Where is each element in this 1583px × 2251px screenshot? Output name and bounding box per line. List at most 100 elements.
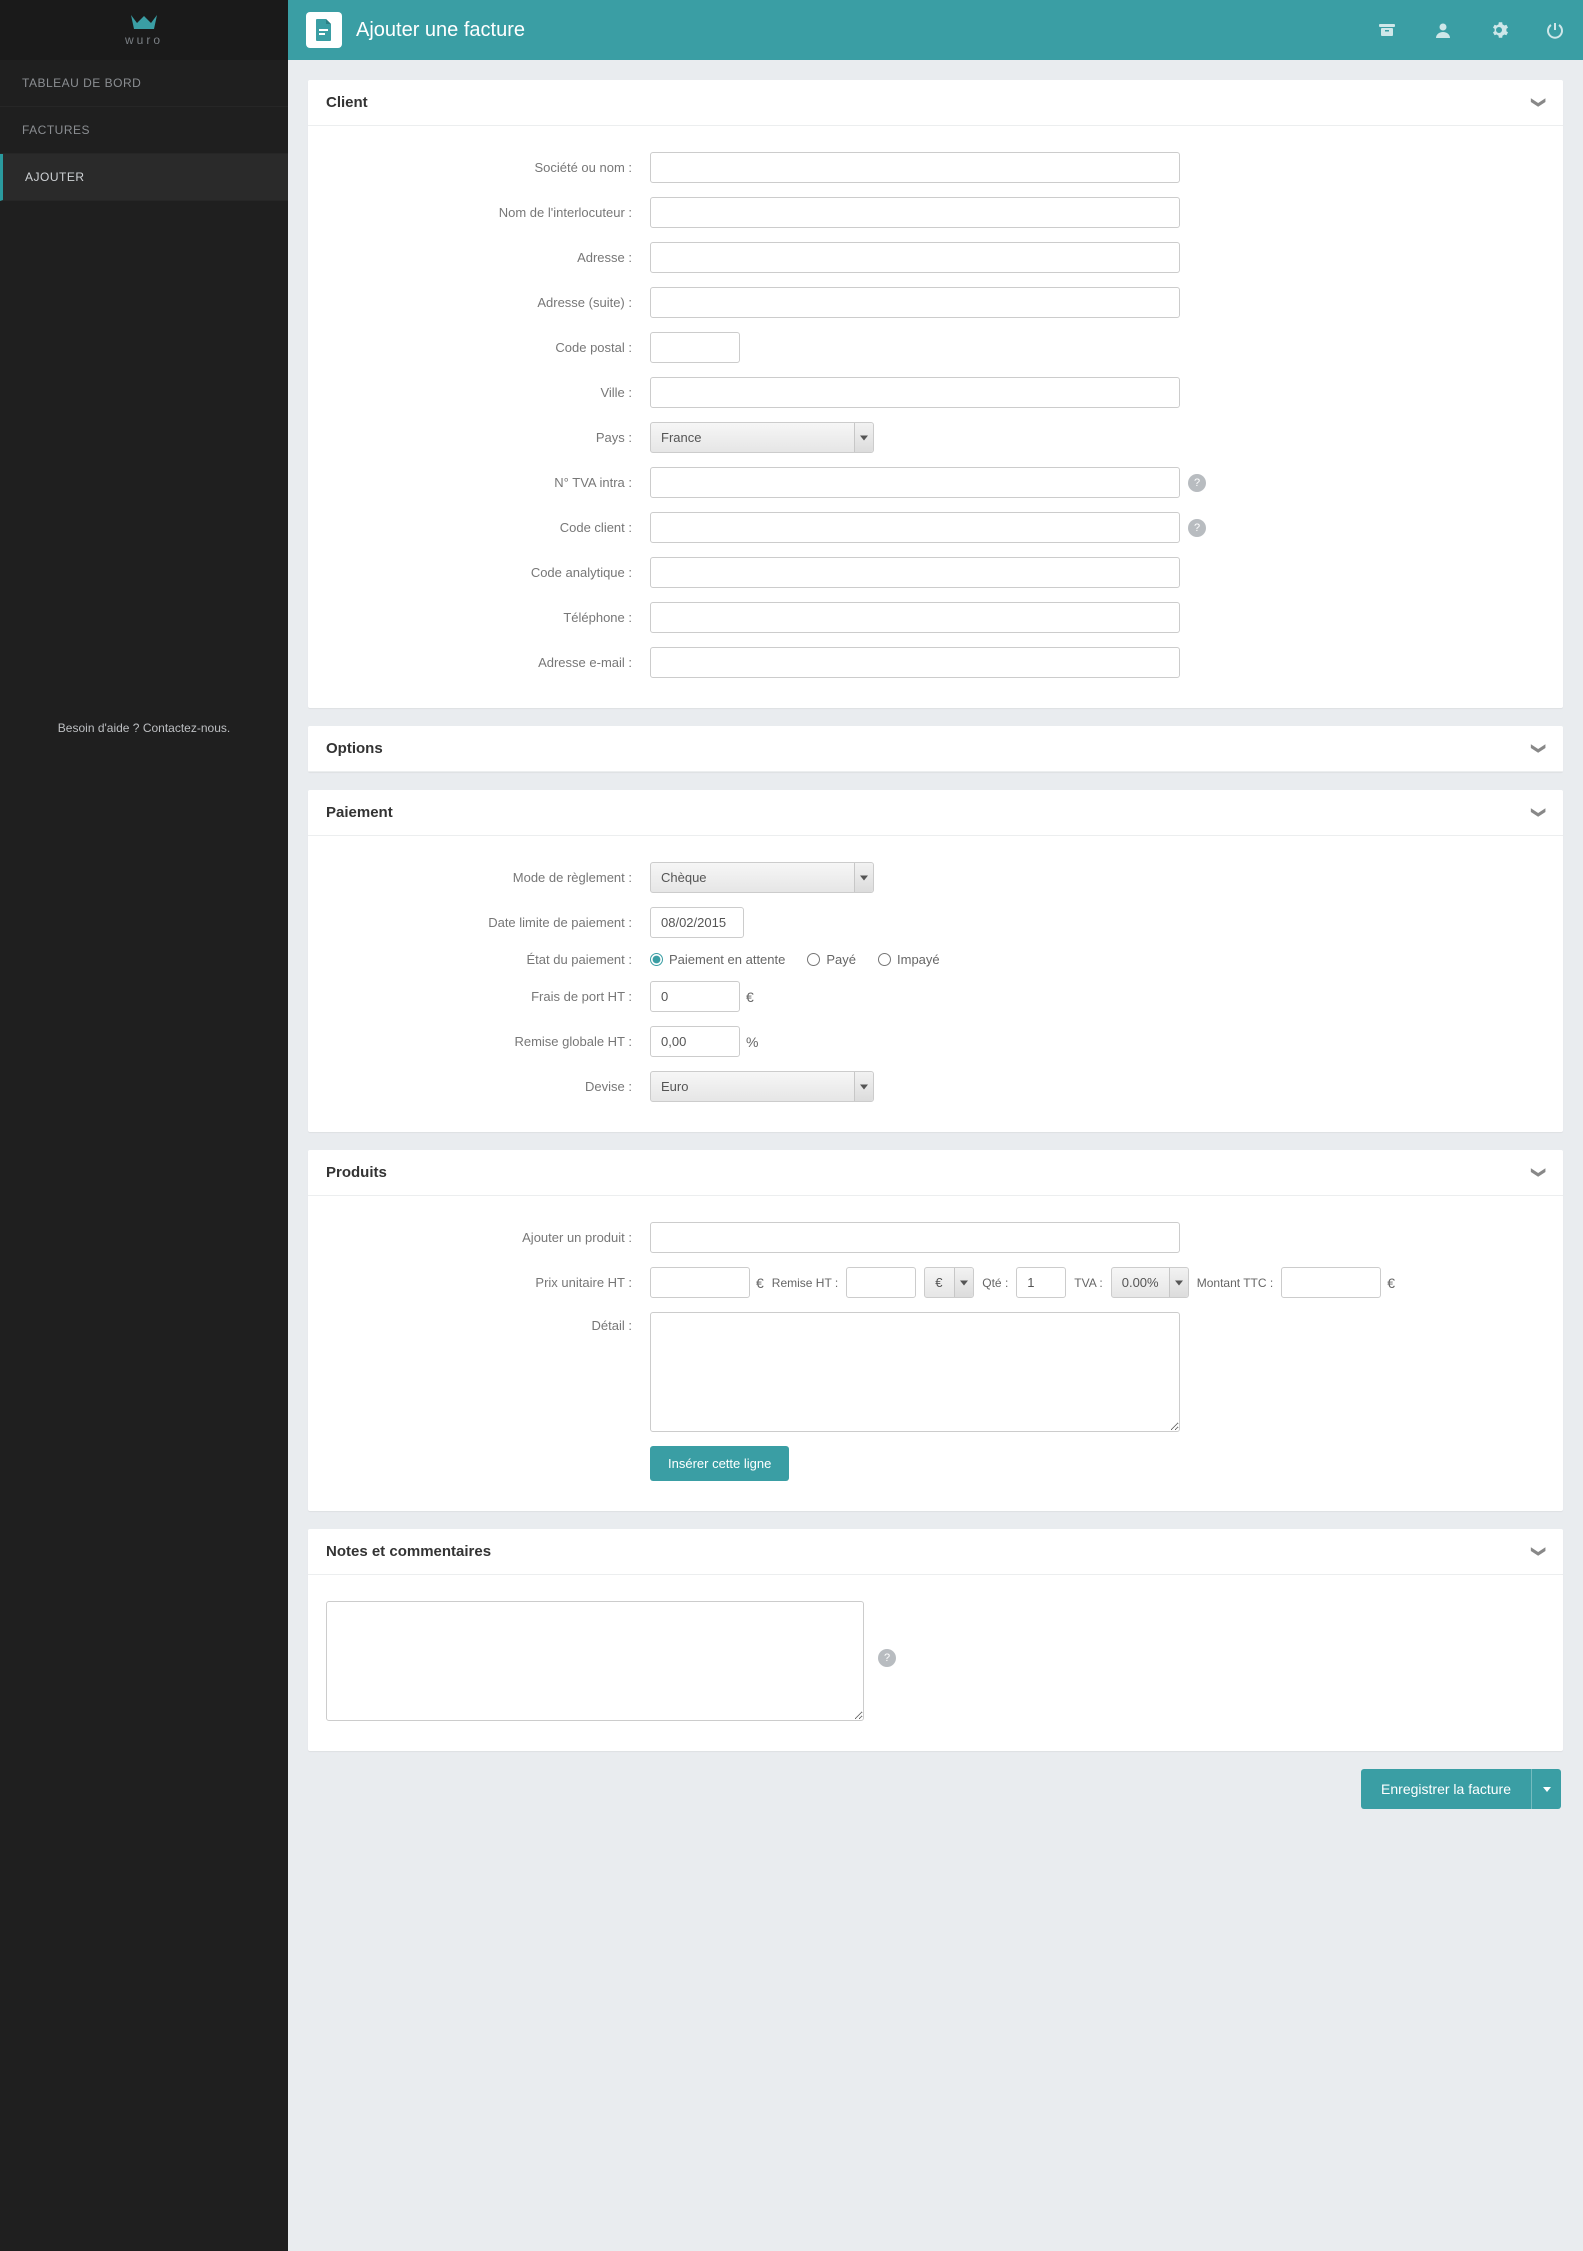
- panel-client: Client ❯ Société ou nom : Nom de l'inter…: [308, 80, 1563, 708]
- select-discount-unit[interactable]: €: [924, 1267, 974, 1298]
- panel-client-body: Société ou nom : Nom de l'interlocuteur …: [308, 126, 1563, 708]
- product-line: € Remise HT : € Qté : TVA : 0.00% Montan…: [650, 1267, 1395, 1298]
- save-dropdown-button[interactable]: [1531, 1769, 1561, 1809]
- input-email[interactable]: [650, 647, 1180, 678]
- label-client-code: Code client :: [326, 520, 636, 535]
- input-line-discount[interactable]: [846, 1267, 916, 1298]
- help-icon[interactable]: ?: [878, 1649, 896, 1667]
- input-address2[interactable]: [650, 287, 1180, 318]
- label-email: Adresse e-mail :: [326, 655, 636, 670]
- archive-icon[interactable]: [1377, 20, 1397, 40]
- panel-notes-title: Notes et commentaires: [326, 1543, 491, 1560]
- help-icon[interactable]: ?: [1188, 519, 1206, 537]
- chevron-down-icon: ❯: [1531, 1546, 1548, 1558]
- suffix-euro: €: [746, 989, 754, 1005]
- sidebar-spacer: [0, 735, 288, 2251]
- nav-invoices[interactable]: FACTURES: [0, 107, 288, 154]
- page-title: Ajouter une facture: [356, 19, 1363, 42]
- input-unit-price[interactable]: [650, 1267, 750, 1298]
- gear-icon[interactable]: [1489, 20, 1509, 40]
- suffix-percent: %: [746, 1034, 758, 1050]
- input-vat[interactable]: [650, 467, 1180, 498]
- suffix-euro: €: [1387, 1275, 1395, 1291]
- nav-dashboard[interactable]: TABLEAU DE BORD: [0, 60, 288, 107]
- save-button[interactable]: Enregistrer la facture: [1361, 1769, 1531, 1809]
- label-line-discount: Remise HT :: [772, 1276, 838, 1290]
- radio-paid-label: Payé: [826, 952, 856, 967]
- label-phone: Téléphone :: [326, 610, 636, 625]
- input-due-date[interactable]: [650, 907, 744, 938]
- input-discount[interactable]: [650, 1026, 740, 1057]
- select-payment-mode[interactable]: Chèque: [650, 862, 874, 893]
- content: Client ❯ Société ou nom : Nom de l'inter…: [288, 60, 1583, 1829]
- input-phone[interactable]: [650, 602, 1180, 633]
- label-city: Ville :: [326, 385, 636, 400]
- panel-client-title: Client: [326, 94, 368, 111]
- radio-pending[interactable]: Paiement en attente: [650, 952, 785, 967]
- panel-products-header[interactable]: Produits ❯: [308, 1150, 1563, 1196]
- user-icon[interactable]: [1433, 20, 1453, 40]
- label-analytic-code: Code analytique :: [326, 565, 636, 580]
- panel-payment-header[interactable]: Paiement ❯: [308, 790, 1563, 836]
- label-currency: Devise :: [326, 1079, 636, 1094]
- app-logo-text: wuro: [125, 33, 163, 47]
- input-address[interactable]: [650, 242, 1180, 273]
- radio-paid-input[interactable]: [807, 953, 820, 966]
- panel-options-header[interactable]: Options ❯: [308, 726, 1563, 772]
- radio-pending-input[interactable]: [650, 953, 663, 966]
- chevron-down-icon: ❯: [1531, 743, 1548, 755]
- label-vat: N° TVA intra :: [326, 475, 636, 490]
- crown-icon: [129, 13, 159, 31]
- help-icon[interactable]: ?: [1188, 474, 1206, 492]
- power-icon[interactable]: [1545, 20, 1565, 40]
- chevron-down-icon: ❯: [1531, 1167, 1548, 1179]
- sidebar: wuro TABLEAU DE BORD FACTURES AJOUTER Be…: [0, 0, 288, 2251]
- radio-unpaid[interactable]: Impayé: [878, 952, 940, 967]
- label-due-date: Date limite de paiement :: [326, 915, 636, 930]
- chevron-down-icon: ❯: [1531, 97, 1548, 109]
- textarea-detail[interactable]: [650, 1312, 1180, 1432]
- panel-products-body: Ajouter un produit : Prix unitaire HT : …: [308, 1196, 1563, 1511]
- input-company[interactable]: [650, 152, 1180, 183]
- app-logo[interactable]: wuro: [0, 0, 288, 60]
- panel-notes: Notes et commentaires ❯ ?: [308, 1529, 1563, 1751]
- input-shipping[interactable]: [650, 981, 740, 1012]
- panel-options: Options ❯: [308, 726, 1563, 772]
- select-currency[interactable]: Euro: [650, 1071, 874, 1102]
- label-total-ttc: Montant TTC :: [1197, 1276, 1273, 1290]
- radio-unpaid-input[interactable]: [878, 953, 891, 966]
- input-postal[interactable]: [650, 332, 740, 363]
- radio-paid[interactable]: Payé: [807, 952, 856, 967]
- label-company: Société ou nom :: [326, 160, 636, 175]
- nav-add-invoice[interactable]: AJOUTER: [0, 154, 288, 201]
- input-client-code[interactable]: [650, 512, 1180, 543]
- panel-notes-header[interactable]: Notes et commentaires ❯: [308, 1529, 1563, 1575]
- input-qty[interactable]: [1016, 1267, 1066, 1298]
- panel-payment-title: Paiement: [326, 804, 393, 821]
- input-contact[interactable]: [650, 197, 1180, 228]
- topbar: Ajouter une facture: [288, 0, 1583, 60]
- sidebar-help-link[interactable]: Besoin d'aide ? Contactez-nous.: [0, 721, 288, 735]
- select-country[interactable]: France: [650, 422, 874, 453]
- suffix-euro: €: [756, 1275, 764, 1291]
- input-total-ttc[interactable]: [1281, 1267, 1381, 1298]
- label-address2: Adresse (suite) :: [326, 295, 636, 310]
- topbar-actions: [1377, 20, 1565, 40]
- save-row: Enregistrer la facture: [308, 1769, 1563, 1809]
- insert-line-button[interactable]: Insérer cette ligne: [650, 1446, 789, 1481]
- input-city[interactable]: [650, 377, 1180, 408]
- label-contact: Nom de l'interlocuteur :: [326, 205, 636, 220]
- input-add-product[interactable]: [650, 1222, 1180, 1253]
- panel-options-title: Options: [326, 740, 383, 757]
- label-shipping: Frais de port HT :: [326, 989, 636, 1004]
- sidebar-nav: TABLEAU DE BORD FACTURES AJOUTER: [0, 60, 288, 201]
- panel-products: Produits ❯ Ajouter un produit : Prix uni…: [308, 1150, 1563, 1511]
- textarea-notes[interactable]: [326, 1601, 864, 1721]
- select-line-vat[interactable]: 0.00%: [1111, 1267, 1189, 1298]
- input-analytic-code[interactable]: [650, 557, 1180, 588]
- label-line-vat: TVA :: [1074, 1276, 1102, 1290]
- save-button-group: Enregistrer la facture: [1361, 1769, 1561, 1809]
- label-postal: Code postal :: [326, 340, 636, 355]
- chevron-down-icon: ❯: [1531, 807, 1548, 819]
- panel-client-header[interactable]: Client ❯: [308, 80, 1563, 126]
